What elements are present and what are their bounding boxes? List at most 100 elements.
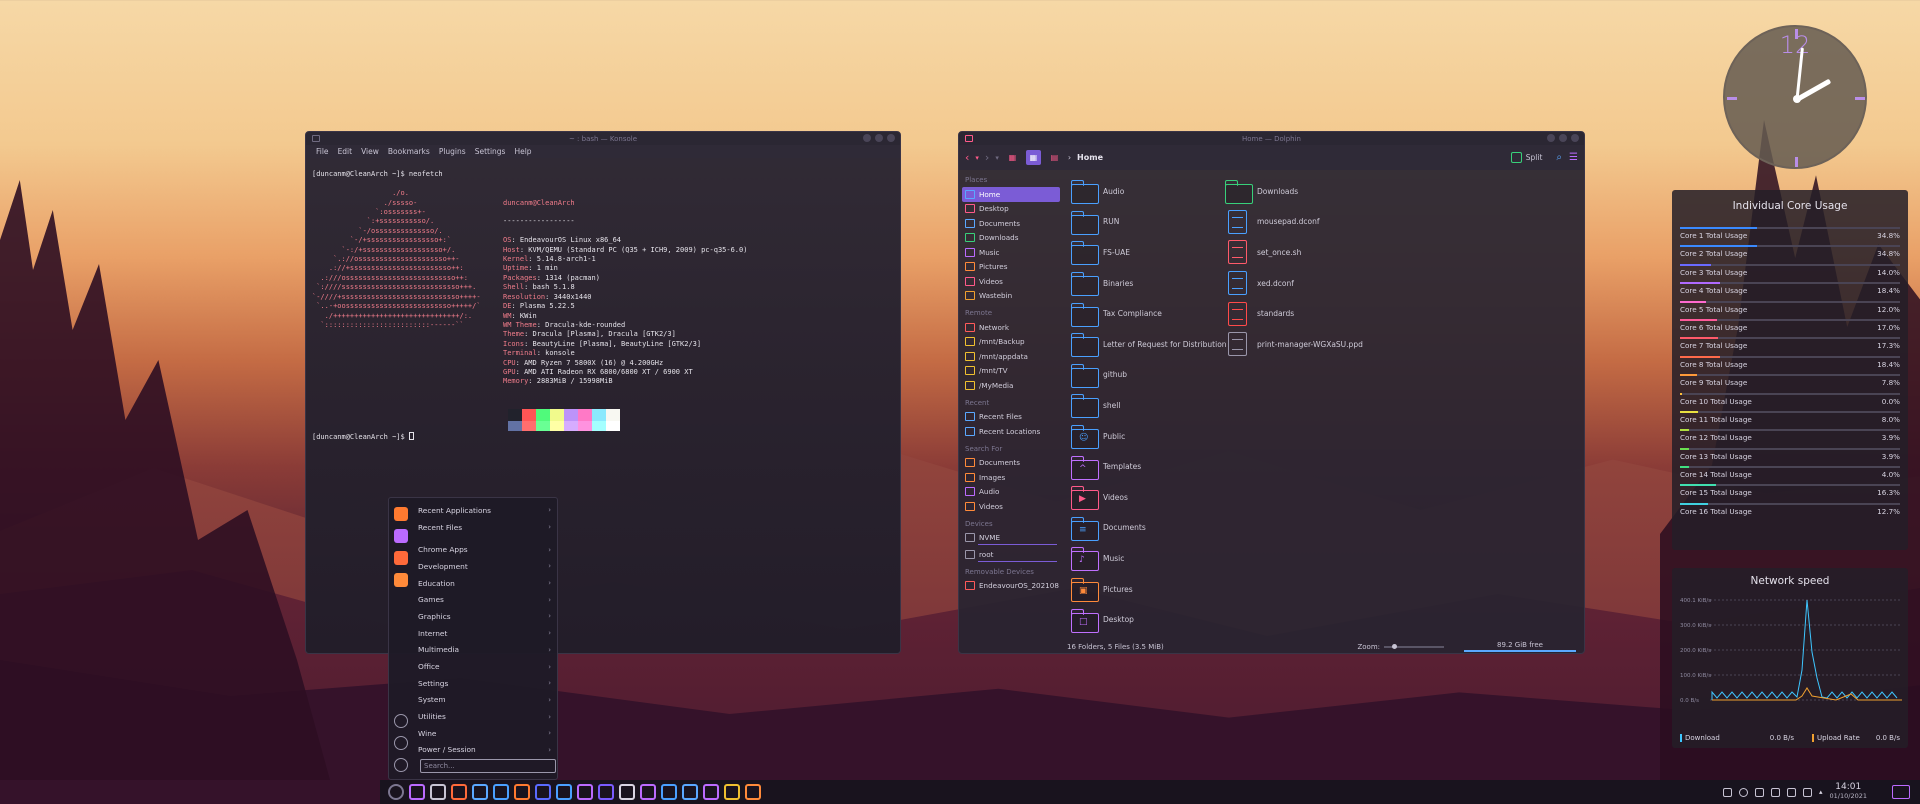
places-item[interactable]: Downloads: [962, 231, 1060, 246]
folder-item[interactable]: ▣ Pictures: [1071, 574, 1227, 605]
folder-item[interactable]: Binaries: [1071, 268, 1227, 299]
menu-plugins[interactable]: Plugins: [439, 147, 466, 156]
display-icon[interactable]: [1803, 787, 1813, 797]
folder-item[interactable]: Letter of Request for Distribution: [1071, 329, 1227, 360]
breadcrumb[interactable]: Home: [1077, 153, 1103, 162]
menu-item[interactable]: Recent Files ›: [418, 519, 551, 536]
zoom-control[interactable]: Zoom:: [1357, 643, 1444, 651]
taskbar-app-icon[interactable]: [640, 784, 656, 800]
folder-item[interactable]: ^ Templates: [1071, 451, 1227, 482]
menu-item[interactable]: Utilities ›: [418, 708, 551, 725]
tray-expand-icon[interactable]: ▴: [1819, 788, 1823, 796]
bluetooth-icon[interactable]: [1755, 787, 1765, 797]
folder-item[interactable]: RUN: [1071, 207, 1227, 238]
places-item[interactable]: Wastebin: [962, 289, 1060, 304]
back-arrow-icon[interactable]: ‹: [965, 151, 969, 164]
places-item[interactable]: Pictures: [962, 260, 1060, 275]
power-icon[interactable]: [394, 758, 408, 772]
places-item[interactable]: Documents: [962, 216, 1060, 231]
file-item[interactable]: print-manager-WGXaSU.ppd: [1225, 329, 1363, 360]
firefox-icon[interactable]: [394, 507, 408, 521]
menu-item[interactable]: Settings ›: [418, 675, 551, 692]
places-item[interactable]: EndeavourOS_202108: [962, 579, 1060, 594]
places-item[interactable]: /mnt/TV: [962, 364, 1060, 379]
folder-item[interactable]: FS-UAE: [1071, 237, 1227, 268]
places-item[interactable]: /mnt/appdata: [962, 349, 1060, 364]
clipboard-icon[interactable]: [1723, 787, 1733, 797]
text-editor-icon[interactable]: [394, 573, 408, 587]
network-icon[interactable]: [1787, 787, 1797, 797]
back-icon[interactable]: [394, 714, 408, 728]
folder-item[interactable]: github: [1071, 360, 1227, 391]
menu-settings[interactable]: Settings: [475, 147, 506, 156]
menu-item[interactable]: Games ›: [418, 591, 551, 608]
search-input[interactable]: Search...: [420, 759, 556, 773]
dolphin-window[interactable]: Home — Dolphin ‹ ▾ › ▾ ▦ ▦ ▤ › Home Spli…: [958, 131, 1585, 654]
menu-edit[interactable]: Edit: [338, 147, 353, 156]
taskbar-app-icon[interactable]: [745, 784, 761, 800]
dropdown-icon[interactable]: ▾: [995, 154, 999, 162]
icons-view-icon[interactable]: ▦: [1005, 150, 1020, 165]
places-item[interactable]: Desktop: [962, 202, 1060, 217]
menu-item[interactable]: Office ›: [418, 658, 551, 675]
hamburger-menu-icon[interactable]: ☰: [1569, 152, 1578, 163]
menu-item[interactable]: Power / Session ›: [418, 742, 551, 759]
folder-item[interactable]: Tax Compliance: [1071, 298, 1227, 329]
dolphin-titlebar[interactable]: Home — Dolphin: [959, 132, 1584, 145]
menu-item[interactable]: Chrome Apps ›: [418, 541, 551, 558]
taskbar-app-icon[interactable]: [598, 784, 614, 800]
zoom-slider[interactable]: [1384, 643, 1444, 649]
compact-view-icon[interactable]: ▦: [1025, 150, 1041, 165]
files-icon[interactable]: [394, 551, 408, 565]
file-item[interactable]: set_once.sh: [1225, 237, 1363, 268]
free-space[interactable]: 89.2 GiB free: [1464, 641, 1576, 652]
taskbar-app-icon[interactable]: [472, 784, 488, 800]
digital-clock[interactable]: 14:01 01/10/2021: [1830, 783, 1867, 801]
places-item[interactable]: Network: [962, 320, 1060, 335]
taskbar-app-icon[interactable]: [724, 784, 740, 800]
menu-item[interactable]: Recent Applications ›: [418, 502, 551, 519]
places-item[interactable]: Recent Files: [962, 410, 1060, 425]
places-item[interactable]: Videos: [962, 274, 1060, 289]
menu-bookmarks[interactable]: Bookmarks: [388, 147, 430, 156]
taskbar-app-icon[interactable]: [451, 784, 467, 800]
split-button[interactable]: Split ⌕ ☰: [1510, 152, 1578, 163]
places-item[interactable]: Audio: [962, 485, 1060, 500]
folder-item[interactable]: ☺ Public: [1071, 421, 1227, 452]
places-item[interactable]: /MyMedia: [962, 378, 1060, 393]
show-desktop-icon[interactable]: [1892, 785, 1910, 799]
folder-item[interactable]: shell: [1071, 390, 1227, 421]
file-item[interactable]: xed.dconf: [1225, 268, 1363, 299]
taskbar-app-icon[interactable]: [661, 784, 677, 800]
close-button[interactable]: [887, 134, 895, 142]
places-item[interactable]: Music: [962, 245, 1060, 260]
file-item[interactable]: mousepad.dconf: [1225, 207, 1363, 238]
taskbar-app-icon[interactable]: [535, 784, 551, 800]
places-item[interactable]: Home: [962, 187, 1060, 202]
menu-item[interactable]: Graphics ›: [418, 608, 551, 625]
details-view-icon[interactable]: ▤: [1047, 150, 1062, 165]
menu-item[interactable]: Wine ›: [418, 725, 551, 742]
folder-item[interactable]: ▶ Videos: [1071, 482, 1227, 513]
file-item[interactable]: standards: [1225, 298, 1363, 329]
taskbar-app-icon[interactable]: [430, 784, 446, 800]
dropdown-icon[interactable]: ▾: [975, 154, 979, 162]
search-icon[interactable]: ⌕: [1556, 152, 1562, 163]
places-item[interactable]: Images: [962, 470, 1060, 485]
taskbar-app-icon[interactable]: [619, 784, 635, 800]
maximize-button[interactable]: [875, 134, 883, 142]
taskbar-app-icon[interactable]: [577, 784, 593, 800]
places-item[interactable]: Recent Locations: [962, 424, 1060, 439]
places-item[interactable]: /mnt/Backup: [962, 335, 1060, 350]
menu-file[interactable]: File: [316, 147, 329, 156]
forward-arrow-icon[interactable]: ›: [985, 151, 989, 164]
folder-item[interactable]: Downloads: [1225, 176, 1363, 207]
volume-icon[interactable]: [1739, 787, 1749, 797]
minimize-button[interactable]: [1547, 134, 1555, 142]
folder-item[interactable]: Audio: [1071, 176, 1227, 207]
file-view[interactable]: Audio RUN FS-UAE Binaries Tax Compliance Lett…: [1063, 170, 1584, 653]
folder-item[interactable]: □ Desktop: [1071, 604, 1227, 635]
folder-item[interactable]: ♪ Music: [1071, 543, 1227, 574]
menu-item[interactable]: Development ›: [418, 558, 551, 575]
close-button[interactable]: [1571, 134, 1579, 142]
